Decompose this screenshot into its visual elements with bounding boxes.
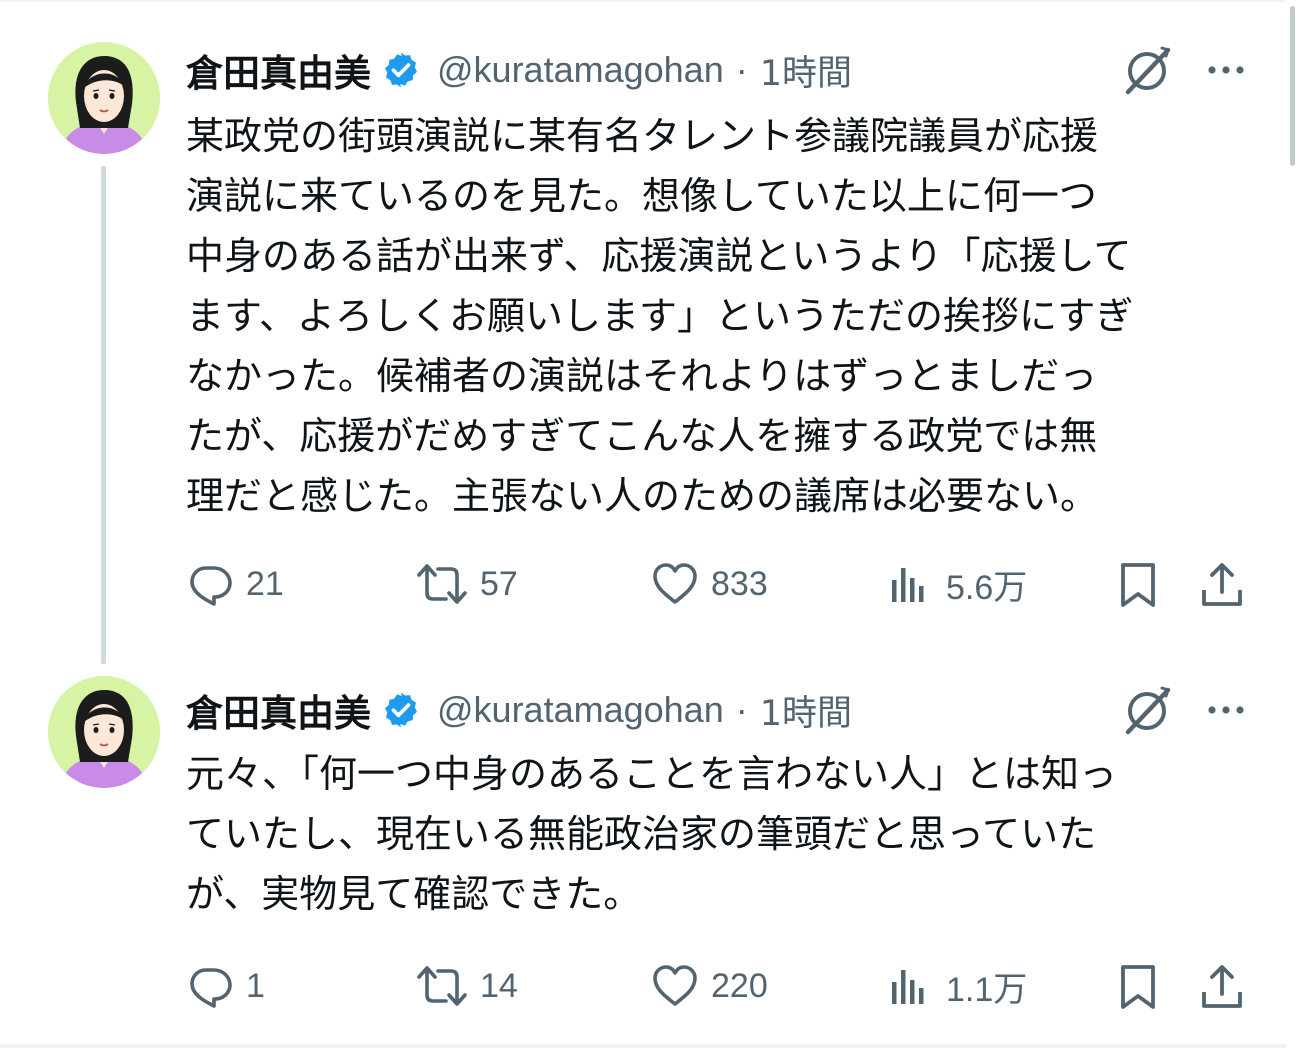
- retweet-button[interactable]: 14: [416, 956, 518, 1016]
- like-count: 220: [711, 966, 768, 1005]
- more-dots-icon[interactable]: [1202, 686, 1250, 734]
- timestamp[interactable]: 1時間: [760, 685, 852, 736]
- reply-count: 21: [246, 564, 284, 603]
- tweet-text-line: 某政党の街頭演説に某有名タレント参議院議員が応援: [186, 114, 1099, 158]
- share-icon: [1202, 965, 1242, 1008]
- bottom-divider: [0, 1044, 1300, 1048]
- tweet-text-line: 理だと感じた。主張ない人のための議席は必要ない。: [186, 474, 1099, 518]
- tweet-text-line: ていたし、現在いる無能政治家の筆頭だと思っていた: [186, 812, 1097, 856]
- views-button[interactable]: 1.1万: [886, 956, 1027, 1016]
- bookmark-icon: [1121, 563, 1155, 607]
- tweet-text-line: なかった。候補者の演説はそれよりはずっとましだっ: [186, 354, 1098, 398]
- handle[interactable]: @kuratamagohan: [437, 49, 724, 91]
- tweet-text-line: 演説に来ているのを見た。想像していた以上に何一つ: [186, 174, 1097, 218]
- handle[interactable]: @kuratamagohan: [437, 689, 724, 731]
- views-count: 5.6万: [946, 568, 1028, 607]
- retweet-icon: [417, 564, 467, 604]
- grok-icon[interactable]: [1120, 42, 1176, 98]
- verified-badge-icon[interactable]: [381, 50, 421, 90]
- reply-count: 1: [246, 966, 265, 1005]
- share-button[interactable]: [1198, 554, 1246, 614]
- heart-icon: [653, 965, 697, 1006]
- scrollbar[interactable]: [1286, 0, 1300, 1064]
- display-name[interactable]: 倉田真由美: [186, 683, 371, 737]
- retweet-button[interactable]: 57: [416, 554, 518, 614]
- reply-button[interactable]: 21: [186, 554, 284, 614]
- tweet-actions: 21 57 833 5.6万: [186, 554, 1256, 614]
- bookmark-button[interactable]: [1114, 554, 1162, 614]
- like-button[interactable]: 220: [651, 956, 768, 1016]
- timestamp[interactable]: 1時間: [760, 45, 852, 96]
- reply-icon: [190, 566, 232, 606]
- more-dots-icon[interactable]: [1202, 46, 1250, 94]
- scrollbar-thumb[interactable]: [1290, 6, 1295, 166]
- retweet-count: 14: [480, 966, 518, 1005]
- user-avatar-illustration: [48, 42, 160, 154]
- views-count: 1.1万: [946, 970, 1028, 1009]
- tweet-actions: 1 14 220 1.1万: [186, 956, 1256, 1016]
- retweet-count: 57: [480, 564, 518, 603]
- avatar[interactable]: [48, 676, 160, 788]
- tweet-text-line: たが、応援がだめすぎてこんな人を擁する政党では無: [186, 414, 1098, 458]
- like-button[interactable]: 833: [651, 554, 768, 614]
- tweet[interactable]: 倉田真由美 @kuratamagohan · 1時間 某政党の街頭演説に某有名タ…: [0, 0, 1300, 660]
- like-count: 833: [711, 564, 768, 603]
- user-avatar-illustration: [48, 676, 160, 788]
- bookmark-button[interactable]: [1114, 956, 1162, 1016]
- separator-dot: ·: [735, 49, 748, 90]
- tweet-body: 某政党の街頭演説に某有名タレント参議院議員が応援 演説に来ているのを見た。想像し…: [186, 106, 1256, 526]
- tweet-text-line: 元々、「何一つ中身のあることを言わない人」とは知っ: [186, 752, 1118, 796]
- tweet-header: 倉田真由美 @kuratamagohan · 1時間: [186, 40, 852, 100]
- views-chart-icon: [892, 568, 924, 602]
- tweet[interactable]: 倉田真由美 @kuratamagohan · 1時間 元々、「何一つ中身のあるこ…: [0, 640, 1300, 1040]
- separator-dot: ·: [735, 689, 748, 730]
- tweet-text-line: が、実物見て確認できた。: [186, 872, 642, 916]
- share-button[interactable]: [1198, 956, 1246, 1016]
- tweet-header: 倉田真由美 @kuratamagohan · 1時間: [186, 680, 852, 740]
- tweet-text-line: ます、よろしくお願いします」というただの挨拶にすぎ: [186, 294, 1134, 338]
- views-button[interactable]: 5.6万: [886, 554, 1027, 614]
- views-chart-icon: [892, 970, 924, 1004]
- reply-icon: [190, 968, 232, 1008]
- verified-badge-icon[interactable]: [381, 690, 421, 730]
- display-name[interactable]: 倉田真由美: [186, 43, 371, 97]
- heart-icon: [653, 563, 697, 604]
- bookmark-icon: [1121, 965, 1155, 1009]
- grok-icon[interactable]: [1120, 682, 1176, 738]
- reply-button[interactable]: 1: [186, 956, 265, 1016]
- share-icon: [1202, 563, 1242, 606]
- tweet-text-line: 中身のある話が出来ず、応援演説というより「応援して: [186, 234, 1132, 278]
- timeline-page: 倉田真由美 @kuratamagohan · 1時間 某政党の街頭演説に某有名タ…: [0, 0, 1300, 1064]
- avatar[interactable]: [48, 42, 160, 154]
- retweet-icon: [417, 966, 467, 1006]
- tweet-body: 元々、「何一つ中身のあることを言わない人」とは知っ ていたし、現在いる無能政治家…: [186, 744, 1256, 924]
